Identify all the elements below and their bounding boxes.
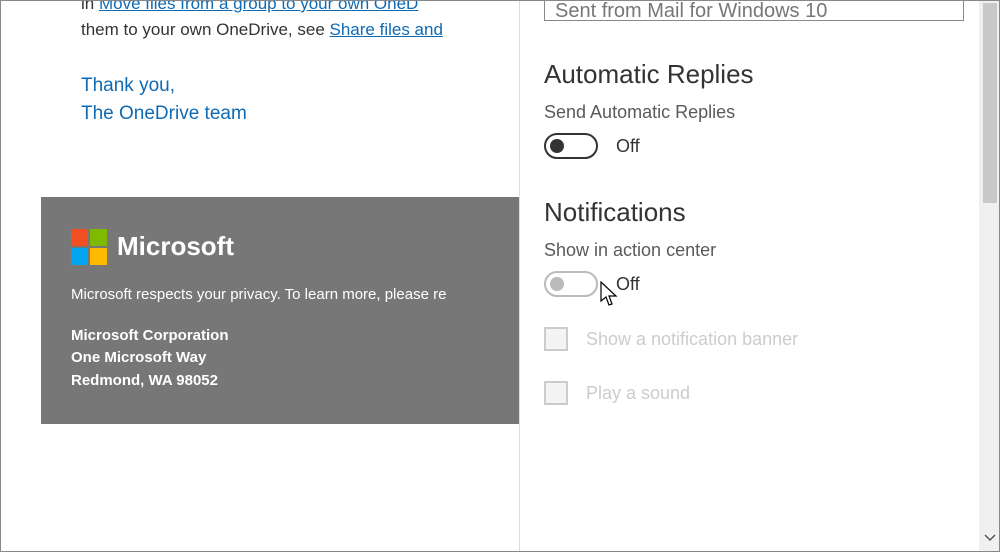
automatic-replies-heading: Automatic Replies [544,59,969,90]
settings-pane: Sent from Mail for Windows 10 Automatic … [519,1,999,551]
auto-replies-state: Off [616,136,640,157]
chevron-down-icon[interactable] [983,531,997,545]
email-text-line: in Move files from a group to your own O… [81,1,479,17]
move-files-link[interactable]: Move files from a group to your own OneD [99,1,418,13]
share-files-link[interactable]: Share files and [330,20,443,39]
email-footer: Microsoft Microsoft respects your privac… [41,197,519,424]
text-fragment: them to your own OneDrive, see [81,20,330,39]
notification-banner-checkbox[interactable] [544,327,568,351]
action-center-label: Show in action center [544,240,969,261]
email-signature: Thank you, The OneDrive team [81,72,479,127]
notification-banner-label: Show a notification banner [586,329,798,350]
microsoft-logo-icon [71,229,107,265]
text-fragment: in [81,1,99,13]
address-line: One Microsoft Way [71,347,489,370]
privacy-text: Microsoft respects your privacy. To lear… [71,284,489,307]
action-center-toggle[interactable] [544,271,598,297]
notifications-heading: Notifications [544,197,969,228]
address-line: Redmond, WA 98052 [71,370,489,393]
email-content-pane: in Move files from a group to your own O… [1,1,519,551]
address-line: Microsoft Corporation [71,325,489,348]
play-sound-checkbox[interactable] [544,381,568,405]
signature-line: Thank you, [81,72,479,100]
microsoft-logo: Microsoft [71,227,489,266]
play-sound-label: Play a sound [586,383,690,404]
auto-replies-label: Send Automatic Replies [544,102,969,123]
email-text-line: them to your own OneDrive, see Share fil… [81,17,479,43]
scrollbar[interactable] [979,1,999,551]
auto-replies-toggle[interactable] [544,133,598,159]
action-center-state: Off [616,274,640,295]
signature-line: The OneDrive team [81,100,479,128]
microsoft-wordmark: Microsoft [117,227,234,266]
scrollbar-thumb[interactable] [983,3,997,203]
signature-input[interactable]: Sent from Mail for Windows 10 [544,1,964,21]
